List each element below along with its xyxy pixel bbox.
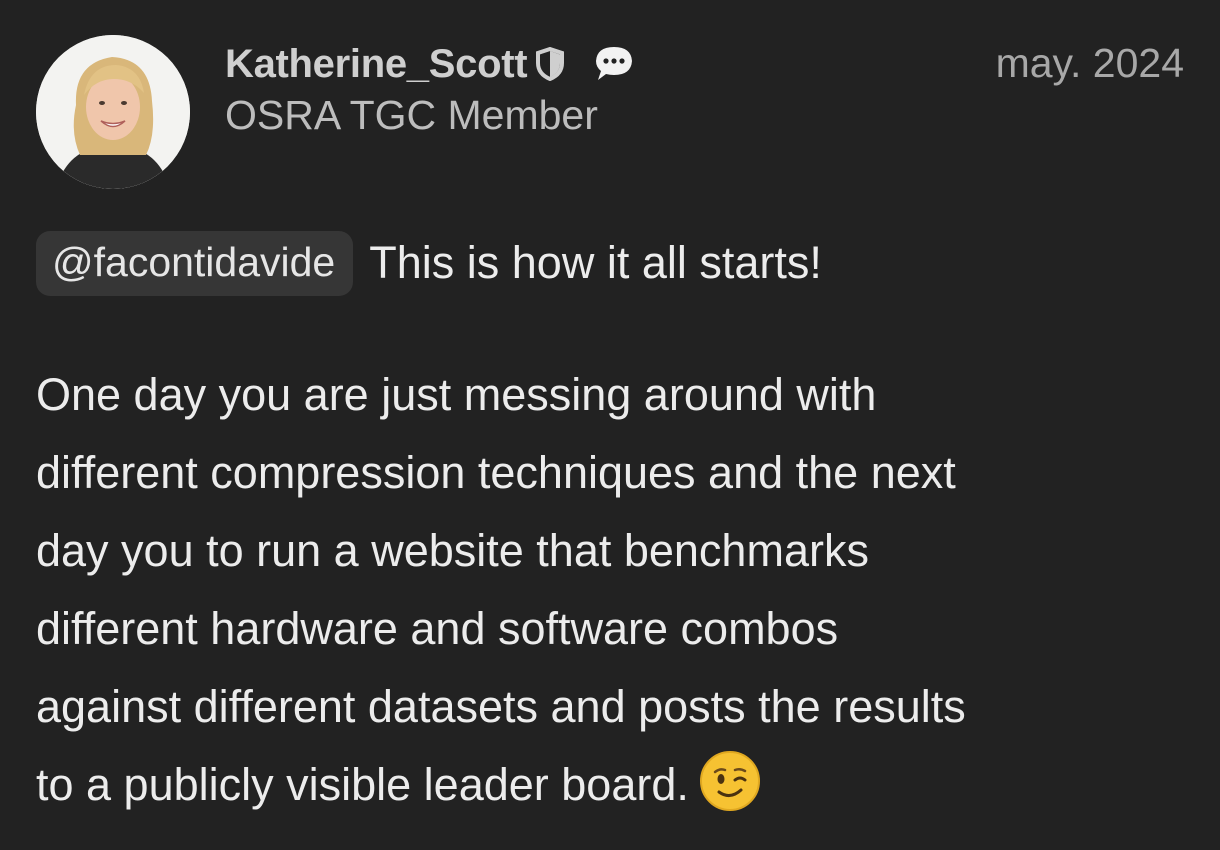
shield-icon xyxy=(535,46,565,82)
author-username[interactable]: Katherine_Scott xyxy=(225,42,528,87)
post-first-text: This is how it all starts! xyxy=(369,237,822,288)
paragraph-line: against different datasets and posts the… xyxy=(36,681,966,732)
winking-face-icon xyxy=(699,750,761,812)
post-content: @facontidavide This is how it all starts… xyxy=(36,228,1186,824)
user-mention[interactable]: @facontidavide xyxy=(36,230,354,296)
paragraph-line: One day you are just messing around with xyxy=(36,369,877,420)
paragraph-line-last: to a publicly visible leader board. xyxy=(36,746,1186,824)
paragraph-line: different hardware and software combos xyxy=(36,603,839,654)
post-paragraph: One day you are just messing around with… xyxy=(36,356,1186,824)
paragraph-line-text: to a publicly visible leader board. xyxy=(36,759,689,810)
post-date[interactable]: may. 2024 xyxy=(996,40,1184,87)
paragraph-line: day you to run a website that benchmarks xyxy=(36,525,869,576)
avatar[interactable] xyxy=(36,35,190,189)
avatar-image xyxy=(36,35,190,189)
post-first-line: @facontidavide This is how it all starts… xyxy=(36,228,1186,298)
chat-bubble-icon[interactable] xyxy=(593,44,635,84)
author-header: Katherine_Scott xyxy=(225,38,635,90)
paragraph-line: different compression techniques and the… xyxy=(36,447,956,498)
post: Katherine_Scott OSRA TGC Member may. 202… xyxy=(0,0,1220,850)
author-title: OSRA TGC Member xyxy=(225,92,598,138)
